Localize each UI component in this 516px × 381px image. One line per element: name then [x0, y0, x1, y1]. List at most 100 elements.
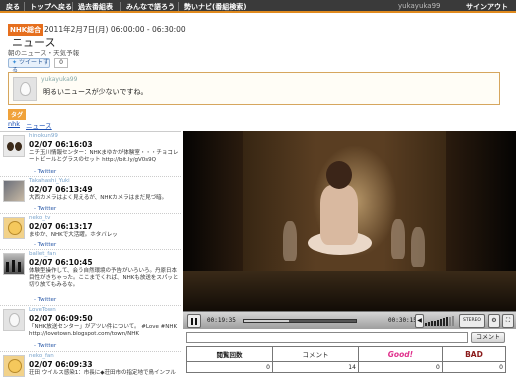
volume-bar: [443, 318, 445, 326]
volume-slider[interactable]: [425, 315, 455, 326]
tweet-user[interactable]: neko_tv: [29, 215, 50, 221]
seek-bar-progress: [244, 320, 289, 322]
views-header: 閲覧回数: [186, 346, 273, 362]
volume-bar: [440, 319, 442, 326]
volume-bar: [446, 317, 448, 326]
tweet-time: 02/07 06:09:33: [29, 360, 93, 369]
volume-bar: [452, 315, 454, 326]
signout-link[interactable]: サインアウト: [466, 2, 508, 12]
tweet-time: 02/07 06:13:17: [29, 222, 93, 231]
background-dancer: [391, 219, 405, 259]
background-dancer: [283, 221, 297, 261]
nav-divider: [120, 2, 121, 11]
tweet-count: 0: [54, 58, 68, 68]
twitter-bird-icon: ✦: [12, 59, 18, 66]
tweet-user[interactable]: neko_fan: [29, 353, 54, 359]
good-button[interactable]: Good!: [357, 346, 443, 362]
fullscreen-icon[interactable]: ⛶: [502, 314, 514, 328]
tweet-user[interactable]: Takahashi_Yuki: [29, 178, 70, 184]
avatar[interactable]: [3, 135, 25, 157]
top-nav: 戻る トップへ戻る 過去番組表 みんなで語ろう 勢いナビ(番組検索) yukay…: [0, 0, 516, 13]
pause-button[interactable]: [187, 314, 201, 328]
stereo-button[interactable]: STEREO: [459, 314, 485, 328]
tweet-text: ニチ玉川情報センター：NHKまゆかが体験室・・・チョコレートビールとグラスのセッ…: [29, 150, 179, 163]
egg-avatar-icon: [20, 82, 31, 96]
tweet-button[interactable]: ✦ ツイートする: [8, 58, 50, 74]
video-player[interactable]: [183, 131, 516, 311]
pause-icon: [191, 318, 193, 325]
seek-bar[interactable]: [243, 319, 357, 323]
volume-bar: [434, 320, 436, 326]
volume-bar: [425, 323, 427, 326]
program-subtitle: 朝のニュース・天気予報: [8, 49, 80, 57]
volume-bar: [431, 321, 433, 326]
speaker-icon[interactable]: ◀: [415, 314, 424, 328]
good-label: Good!: [387, 349, 414, 359]
volume-bar: [437, 319, 439, 326]
views-count: 0: [186, 361, 273, 373]
tweet-timeline[interactable]: hinokun99 02/07 06:16:03 ニチ玉川情報センター：NHKま…: [0, 131, 181, 381]
comment-input[interactable]: [186, 332, 468, 343]
tweet-text: 大西カメラはよく見えるが、NHKカメラはまだ見づ暗。: [29, 195, 168, 201]
nav-talk[interactable]: みんなで語ろう: [126, 2, 175, 12]
tweet-time: 02/07 06:16:03: [29, 140, 93, 149]
tweet-user[interactable]: LoveTown: [29, 307, 56, 313]
ballerina-figure: [308, 161, 372, 281]
tweet-text: まゆか、NHKで大活躍。ホタバレッ: [29, 232, 118, 238]
good-count: 0: [357, 361, 443, 373]
tweet-text: 「NHK放送センター」がアツい件について。 #Love #NHK http://…: [29, 324, 178, 337]
nav-divider: [24, 2, 25, 11]
tweet-user[interactable]: ballet_fan: [29, 251, 56, 257]
bad-button[interactable]: BAD: [441, 346, 507, 362]
tweet-source-link[interactable]: - Twitter: [34, 343, 56, 349]
avatar[interactable]: [3, 253, 25, 275]
tweet-text: 体験型操作して、会う自然環境の予告がいろいろ。丹原日本目性がきちゃった。ここまで…: [29, 268, 179, 288]
avatar[interactable]: [3, 309, 25, 331]
tweet-text: 荘田 ウイルス感染1：市長に◆荘田市の指定地で鳥インフル: [29, 370, 176, 376]
avatar[interactable]: [13, 77, 37, 101]
avatar[interactable]: [3, 355, 25, 377]
list-item: LoveTown 02/07 06:09:50 「NHK放送センター」がアツい件…: [0, 306, 181, 352]
comments-header: コメント: [271, 346, 359, 362]
user-name[interactable]: yukayuka99: [398, 2, 441, 10]
tweet-time: 02/07 06:09:50: [29, 314, 93, 323]
bad-label: BAD: [465, 349, 483, 359]
list-item: ballet_fan 02/07 06:10:45 体験型操作して、会う自然環境…: [0, 250, 181, 306]
tag-label: タグ: [8, 109, 27, 120]
tweet-source-link[interactable]: - Twitter: [34, 242, 56, 248]
settings-icon[interactable]: ⚙: [488, 314, 500, 328]
tweet-source-link[interactable]: - Twitter: [34, 169, 56, 175]
stereo-label: STEREO: [463, 318, 481, 323]
player-controls: 00:19:35 00:30:15 ◀ STEREO ⚙ ⛶: [183, 311, 516, 329]
list-item: hinokun99 02/07 06:16:03 ニチ玉川情報センター：NHKま…: [0, 132, 181, 177]
tweet-time: 02/07 06:10:45: [29, 258, 93, 267]
comment-submit-button[interactable]: コメント: [471, 332, 505, 343]
comments-count: 14: [271, 361, 359, 373]
tag-link-news[interactable]: ニュース: [26, 120, 52, 130]
list-item: neko_tv 02/07 06:13:17 まゆか、NHKで大活躍。ホタバレッ…: [0, 214, 181, 250]
list-item: Takahashi_Yuki 02/07 06:13:49 大西カメラはよく見え…: [0, 177, 181, 214]
tweet-source-link[interactable]: - Twitter: [34, 206, 56, 212]
avatar[interactable]: [3, 180, 25, 202]
tweet-source-link[interactable]: - Twitter: [34, 297, 56, 303]
volume-bar: [449, 316, 451, 326]
bad-count: 0: [441, 361, 507, 373]
tag-link-nhk[interactable]: nhk: [8, 120, 20, 128]
nav-back[interactable]: 戻る: [6, 2, 20, 12]
video-frame: [183, 131, 516, 311]
comment-user[interactable]: yukayuka99: [41, 76, 77, 83]
tweet-time: 02/07 06:13:49: [29, 185, 93, 194]
nav-divider: [178, 2, 179, 11]
comment-text: 明るいニュースが少ないですね。: [43, 88, 148, 96]
nav-divider: [72, 2, 73, 11]
pause-icon: [195, 318, 197, 325]
background-dancer: [411, 227, 425, 267]
nav-past-schedule[interactable]: 過去番組表: [78, 2, 113, 12]
current-time: 00:19:35: [207, 317, 236, 324]
nav-search[interactable]: 勢いナビ(番組検索): [184, 2, 246, 12]
featured-comment: yukayuka99 明るいニュースが少ないですね。: [8, 72, 500, 105]
tweet-user[interactable]: hinokun99: [29, 133, 58, 139]
avatar[interactable]: [3, 217, 25, 239]
volume-bar: [428, 322, 430, 326]
nav-top[interactable]: トップへ戻る: [30, 2, 72, 12]
